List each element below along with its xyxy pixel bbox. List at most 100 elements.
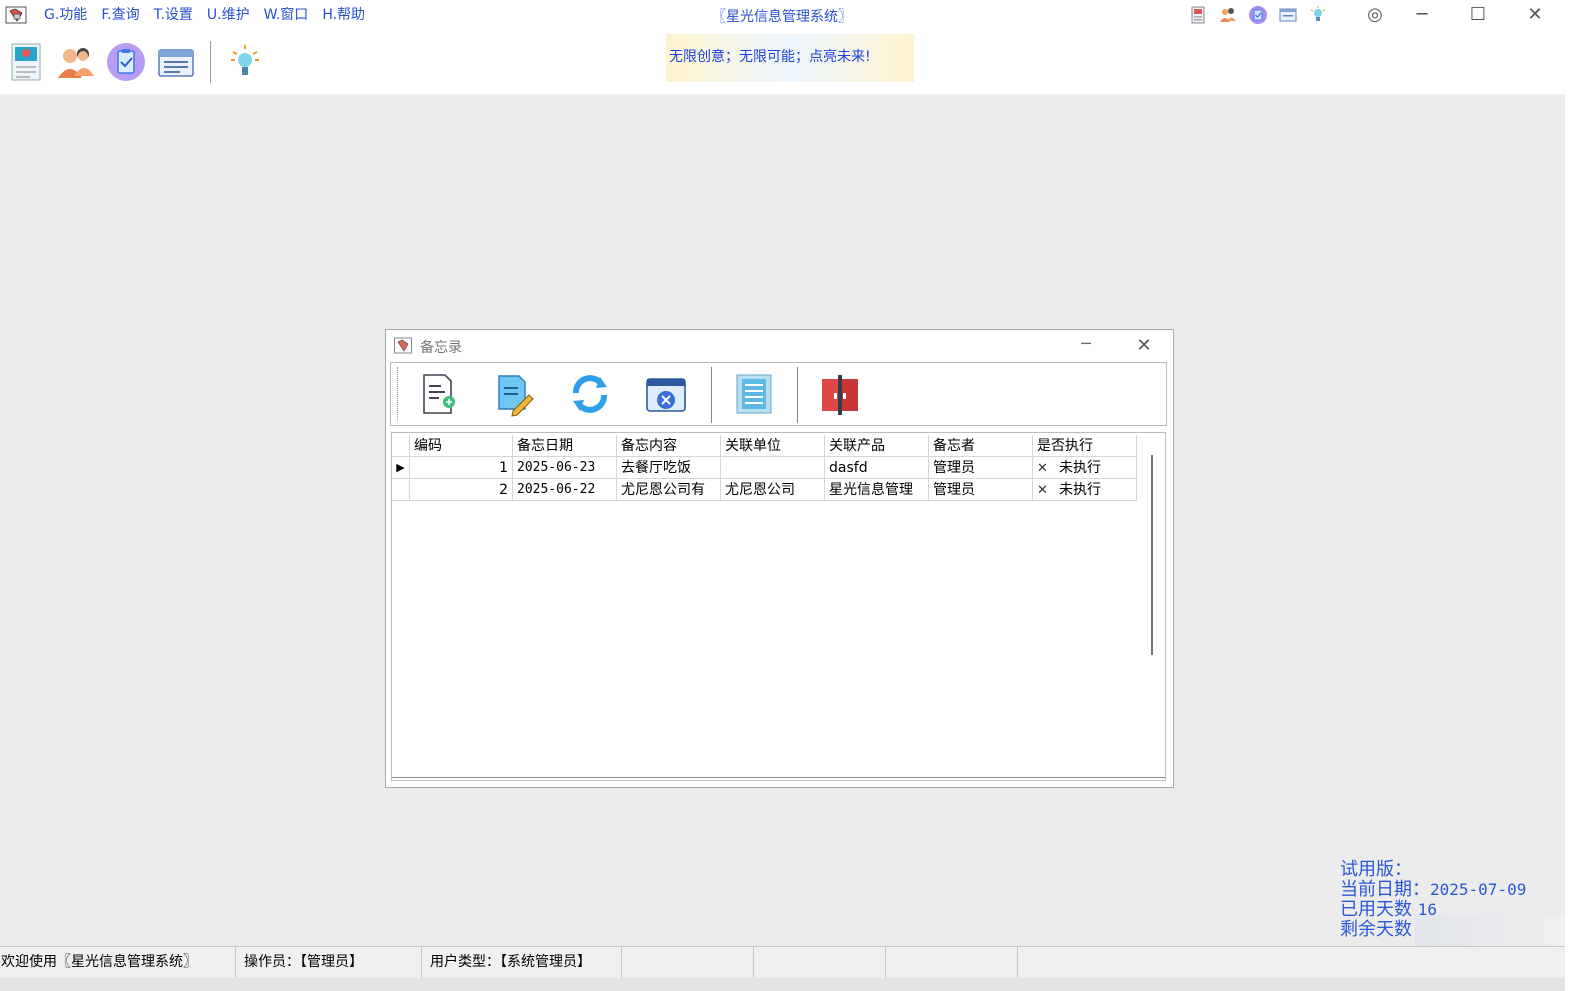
checkbox[interactable]: ✕ <box>1037 458 1051 478</box>
profile-card-icon[interactable] <box>1188 5 1208 25</box>
current-date-value: 2025-07-09 <box>1430 880 1527 899</box>
menu-help[interactable]: H.帮助 <box>322 4 365 24</box>
top-bar: G.功能 F.查询 T.设置 U.维护 W.窗口 H.帮助 〖星光信息管理系统〗… <box>0 0 1565 94</box>
status-user-type: 用户类型：【系统管理员】 <box>422 947 622 979</box>
executed-label: 未执行 <box>1059 460 1101 476</box>
report-button[interactable] <box>727 369 781 419</box>
clipboard-check-icon <box>107 43 145 81</box>
bottom-band <box>0 978 1565 991</box>
maximize-button[interactable]: ☐ <box>1463 2 1493 28</box>
app-title: 〖星光信息管理系统〗 <box>712 9 852 25</box>
cell-content[interactable]: 尤尼恩公司有 <box>617 479 721 501</box>
menu-function[interactable]: G.功能 <box>44 4 87 24</box>
calendar-card-icon[interactable] <box>1278 5 1298 25</box>
toolbar-profile-button[interactable] <box>4 40 48 84</box>
status-segment <box>886 947 1018 979</box>
toolbar-users-button[interactable] <box>54 40 98 84</box>
cell-date[interactable]: 2025-06-23 <box>513 457 617 479</box>
status-operator: 操作员：【管理员】 <box>236 947 422 979</box>
cell-content[interactable]: 去餐厅吃饭 <box>617 457 721 479</box>
cell-id[interactable]: 1 <box>410 457 513 479</box>
executed-label: 未执行 <box>1059 482 1101 498</box>
edit-button[interactable] <box>487 369 541 419</box>
table-header: 编码 备忘日期 备忘内容 关联单位 关联产品 备忘者 是否执行 <box>392 435 1137 457</box>
refresh-button[interactable] <box>563 369 617 419</box>
main-toolbar <box>4 38 267 86</box>
report-list-icon <box>736 374 772 414</box>
column-header[interactable]: 备忘内容 <box>617 435 721 457</box>
minimize-button[interactable]: ─ <box>1407 2 1437 28</box>
menu-settings[interactable]: T.设置 <box>154 4 193 24</box>
refresh-icon <box>573 375 607 413</box>
toolbar-calendar-button[interactable] <box>154 40 198 84</box>
cell-product[interactable]: dasfd <box>825 457 929 479</box>
column-header[interactable]: 关联单位 <box>721 435 825 457</box>
column-header[interactable]: 编码 <box>410 435 513 457</box>
cell-unit[interactable]: 尤尼恩公司 <box>721 479 825 501</box>
cell-author[interactable]: 管理员 <box>929 479 1033 501</box>
trial-version-label: 试用版： <box>1340 859 1412 880</box>
toolbar-separator <box>210 41 211 83</box>
menu-window[interactable]: W.窗口 <box>264 4 309 24</box>
profile-card-icon <box>11 43 41 81</box>
dialog-minimize-button[interactable]: ─ <box>1071 332 1101 358</box>
toolbar-separator <box>711 367 712 423</box>
delete-button[interactable] <box>639 369 693 419</box>
users-icon[interactable] <box>1218 5 1238 25</box>
used-days-label: 已用天数 <box>1340 899 1412 920</box>
add-document-icon <box>423 374 455 414</box>
clipboard-check-icon[interactable] <box>1248 5 1268 25</box>
cell-id[interactable]: 2 <box>410 479 513 501</box>
vertical-scrollbar[interactable] <box>1151 455 1153 655</box>
menu-bar: G.功能 F.查询 T.设置 U.维护 W.窗口 H.帮助 <box>44 4 365 24</box>
settings-button[interactable]: ◎ <box>1360 2 1390 28</box>
users-icon <box>58 48 94 78</box>
checkbox[interactable]: ✕ <box>1037 480 1051 500</box>
row-indicator: ▶ <box>392 457 410 479</box>
menu-query[interactable]: F.查询 <box>101 4 139 24</box>
column-header[interactable]: 关联产品 <box>825 435 929 457</box>
lightbulb-icon[interactable] <box>1308 5 1328 25</box>
status-segment <box>754 947 886 979</box>
column-header[interactable]: 是否执行 <box>1033 435 1137 457</box>
exit-door-icon <box>822 375 858 415</box>
status-segment <box>622 947 754 979</box>
exit-button[interactable] <box>813 369 867 419</box>
right-edge <box>1565 0 1582 991</box>
cell-executed[interactable]: ✕ 未执行 <box>1033 479 1137 501</box>
row-indicator <box>392 479 410 501</box>
toolbar-separator <box>797 367 798 423</box>
column-header[interactable]: 备忘日期 <box>513 435 617 457</box>
app-logo-icon <box>394 337 412 354</box>
menu-maintenance[interactable]: U.维护 <box>207 4 250 24</box>
dialog-title: 备忘录 <box>420 340 462 356</box>
slogan-banner: 无限创意；无限可能；点亮未来! <box>666 34 914 82</box>
cell-executed[interactable]: ✕ 未执行 <box>1033 457 1137 479</box>
current-date-label: 当前日期： <box>1340 879 1430 900</box>
app-logo-icon <box>5 6 27 24</box>
cell-product[interactable]: 星光信息管理 <box>825 479 929 501</box>
header-indicator <box>392 435 410 457</box>
column-header[interactable]: 备忘者 <box>929 435 1033 457</box>
cell-date[interactable]: 2025-06-22 <box>513 479 617 501</box>
quick-icons <box>1188 5 1328 25</box>
cell-unit[interactable] <box>721 457 825 479</box>
cell-author[interactable]: 管理员 <box>929 457 1033 479</box>
table-row[interactable]: ▶ 1 2025-06-23 去餐厅吃饭 dasfd 管理员 ✕ 未执行 <box>392 457 1137 479</box>
table-bottom-line <box>392 777 1165 778</box>
close-button[interactable]: ✕ <box>1520 2 1550 28</box>
calendar-card-icon <box>158 49 194 77</box>
dialog-close-button[interactable]: ✕ <box>1129 332 1159 358</box>
status-welcome: 欢迎使用〖星光信息管理系统〗 <box>0 947 236 979</box>
dialog-toolbar <box>390 362 1167 426</box>
calendar-delete-icon <box>646 378 686 412</box>
memo-table[interactable]: 编码 备忘日期 备忘内容 关联单位 关联产品 备忘者 是否执行 ▶ 1 2025… <box>391 432 1166 781</box>
toolbar-idea-button[interactable] <box>223 40 267 84</box>
memo-dialog: 备忘录 ─ ✕ 编码 备忘日期 备忘内容 关联单位 关联产品 备忘者 是否执行 … <box>385 329 1174 788</box>
table-row[interactable]: 2 2025-06-22 尤尼恩公司有 尤尼恩公司 星光信息管理 管理员 ✕ 未执… <box>392 479 1137 501</box>
add-button[interactable] <box>411 369 465 419</box>
dialog-titlebar[interactable]: 备忘录 ─ ✕ <box>386 330 1173 360</box>
lightbulb-icon <box>231 45 259 75</box>
toolbar-clipboard-button[interactable] <box>104 40 148 84</box>
toolbar-grip[interactable] <box>397 367 400 421</box>
